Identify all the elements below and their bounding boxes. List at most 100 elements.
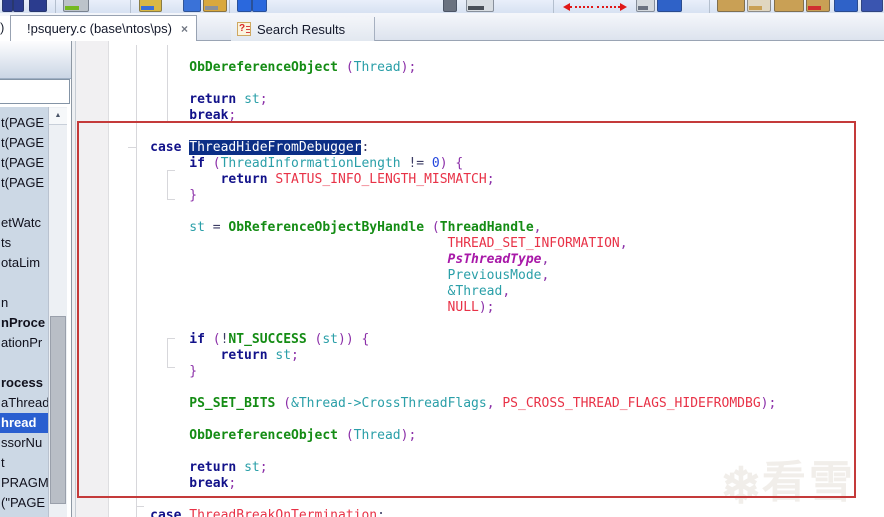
code-line[interactable]: st = ObReferenceObjectByHandle (ThreadHa…: [111, 220, 776, 236]
code-token: st: [244, 92, 260, 107]
toolbar-separator: [709, 0, 710, 13]
paste-icon[interactable]: [466, 0, 494, 12]
editor-selection-margin[interactable]: [76, 41, 109, 517]
window-icon[interactable]: [183, 0, 201, 12]
document-icon[interactable]: [636, 0, 655, 12]
books-icon[interactable]: [774, 0, 804, 12]
code-line[interactable]: if (!NT_SUCCESS (st)) {: [111, 332, 776, 348]
code-line[interactable]: return st;: [111, 348, 776, 364]
symbol-item[interactable]: t(PAGE: [0, 153, 48, 173]
symbol-item[interactable]: etWatc: [0, 213, 48, 233]
code-line[interactable]: }: [111, 364, 776, 380]
code-line[interactable]: PsThreadType,: [111, 252, 776, 268]
code-text[interactable]: ObDereferenceObject (Thread); return st;…: [111, 60, 776, 517]
tab-label: !psquery.c (base\ntos\ps): [27, 21, 172, 36]
open-icon[interactable]: [139, 0, 162, 12]
print-icon[interactable]: [63, 0, 89, 12]
code-line[interactable]: ObDereferenceObject (Thread);: [111, 428, 776, 444]
code-line[interactable]: PreviousMode,: [111, 268, 776, 284]
help-book-icon[interactable]: [717, 0, 745, 12]
code-line[interactable]: break;: [111, 476, 776, 492]
symbol-item[interactable]: n: [0, 293, 48, 313]
code-line[interactable]: THREAD_SET_INFORMATION,: [111, 236, 776, 252]
save-icon[interactable]: [29, 0, 47, 12]
code-line[interactable]: return st;: [111, 460, 776, 476]
book-icon[interactable]: [747, 0, 771, 12]
bookmark-icon[interactable]: [657, 0, 682, 12]
tab-search-results[interactable]: ? Search Results: [231, 17, 375, 41]
code-line[interactable]: [111, 316, 776, 332]
code-line[interactable]: [111, 492, 776, 508]
symbol-panel-header: [0, 41, 71, 79]
symbol-list[interactable]: t(PAGE t(PAGE t(PAGE t(PAGE etWatc ts otaLim n n…: [0, 107, 48, 517]
symbol-item[interactable]: aThread: [0, 393, 48, 413]
code-line[interactable]: [111, 444, 776, 460]
symbol-item[interactable]: ationPr: [0, 333, 48, 353]
code-line[interactable]: [111, 76, 776, 92]
code-token: (: [212, 332, 221, 347]
code-token: (: [431, 220, 440, 235]
symbol-list-scrollbar[interactable]: ▲: [48, 107, 67, 517]
search-icon[interactable]: [834, 0, 858, 12]
symbol-item[interactable]: ("PAGE: [0, 493, 48, 513]
symbol-item[interactable]: nProce: [0, 313, 48, 333]
code-line[interactable]: &Thread,: [111, 284, 776, 300]
code-token: st: [275, 348, 292, 363]
symbol-item[interactable]: PRAGM: [0, 473, 48, 493]
clip-icon[interactable]: [443, 0, 457, 12]
symbol-filter-input[interactable]: [0, 79, 70, 104]
code-line[interactable]: case ThreadBreakOnTermination:: [111, 508, 776, 517]
code-line[interactable]: [111, 412, 776, 428]
code-token: ;: [259, 92, 268, 107]
tab-bar: ) !psquery.c (base\ntos\ps) × ? Search R…: [0, 13, 884, 41]
code-line[interactable]: case ThreadHideFromDebugger:: [111, 140, 776, 156]
zoom-icon[interactable]: [861, 0, 883, 12]
code-line[interactable]: [111, 380, 776, 396]
navigate-back-icon[interactable]: [563, 3, 593, 11]
application-window: ) !psquery.c (base\ntos\ps) × ? Search R…: [0, 0, 884, 517]
book-icon[interactable]: [13, 0, 24, 12]
code-token: ,: [486, 396, 495, 411]
cut-icon[interactable]: [237, 0, 252, 12]
code-token: (: [345, 60, 354, 75]
code-token: &Thread: [447, 284, 503, 299]
folder-icon[interactable]: [203, 0, 227, 12]
book-favorite-icon[interactable]: [806, 0, 830, 12]
symbol-item[interactable]: otaLim: [0, 253, 48, 273]
code-line[interactable]: [111, 124, 776, 140]
symbol-item[interactable]: rocess: [0, 373, 48, 393]
symbol-item[interactable]: t: [0, 453, 48, 473]
code-token: st: [322, 332, 339, 347]
code-line[interactable]: return STATUS_INFO_LENGTH_MISMATCH;: [111, 172, 776, 188]
scrollbar-thumb[interactable]: [50, 316, 66, 504]
symbol-item[interactable]: t(PAGE: [0, 173, 48, 193]
symbol-item[interactable]: ts: [0, 233, 48, 253]
tab-file-psquery[interactable]: !psquery.c (base\ntos\ps) ×: [10, 15, 198, 41]
cut-icon[interactable]: [252, 0, 267, 12]
scroll-up-icon[interactable]: ▲: [49, 108, 67, 125]
symbol-item[interactable]: ssorNu: [0, 433, 48, 453]
code-line[interactable]: PS_SET_BITS (&Thread->CrossThreadFlags, …: [111, 396, 776, 412]
code-line[interactable]: ObDereferenceObject (Thread);: [111, 60, 776, 76]
symbol-item-selected[interactable]: hread: [0, 413, 48, 433]
symbol-item[interactable]: t(PAGE: [0, 113, 48, 133]
symbol-item[interactable]: t(PAGE: [0, 133, 48, 153]
code-line[interactable]: NULL);: [111, 300, 776, 316]
code-line[interactable]: return st;: [111, 92, 776, 108]
code-line[interactable]: [111, 204, 776, 220]
navigate-forward-icon[interactable]: [597, 3, 627, 11]
code-line[interactable]: }: [111, 188, 776, 204]
code-line[interactable]: break;: [111, 108, 776, 124]
close-icon[interactable]: ×: [181, 22, 188, 36]
code-line[interactable]: if (ThreadInformationLength != 0) {: [111, 156, 776, 172]
book-icon[interactable]: [2, 0, 13, 12]
code-token: if: [189, 332, 205, 347]
